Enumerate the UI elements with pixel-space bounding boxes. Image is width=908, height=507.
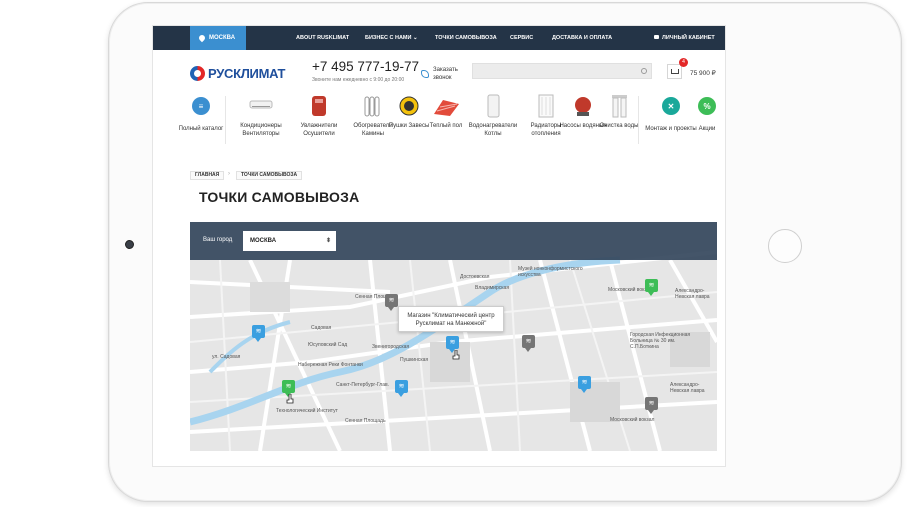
- city-select[interactable]: МОСКВА ⬍: [243, 231, 336, 251]
- map-label: Пушкинская: [400, 357, 429, 363]
- map-label: Технологический Институт: [276, 408, 338, 414]
- phone-number[interactable]: +7 495 777-19-77: [312, 59, 419, 74]
- city-filter-label: Ваш город: [203, 237, 233, 243]
- map-label: Московский вокзал: [610, 417, 655, 423]
- callback-button[interactable]: Заказать звонок: [421, 66, 461, 82]
- map-marker-icon[interactable]: ≋: [282, 380, 295, 397]
- map-marker-icon[interactable]: ≋: [446, 336, 459, 353]
- warm-floor-icon: [434, 100, 459, 116]
- nav-delivery[interactable]: ДОСТАВКА И ОПЛАТА: [552, 26, 612, 50]
- map-label: Городская Инфекционная Больница № 30 им.…: [630, 332, 691, 350]
- callback-label: Заказать звонок: [433, 67, 458, 81]
- menu-icon: ≡: [192, 97, 210, 115]
- category-water-heaters[interactable]: Водонагреватели Котлы: [463, 94, 523, 138]
- hand-cursor-icon: [452, 350, 460, 360]
- cart-button[interactable]: [667, 64, 682, 79]
- camera: [125, 240, 134, 249]
- store-tooltip: Магазин "Климатический центр Русклимат н…: [398, 306, 504, 332]
- map-marker-icon[interactable]: ≋: [578, 376, 591, 393]
- home-button[interactable]: [768, 229, 802, 263]
- nav-business[interactable]: БИЗНЕС С НАМИ ⌄: [365, 26, 418, 50]
- breadcrumb-current: ТОЧКИ САМОВЫВОЗА: [236, 171, 303, 180]
- pickup-map[interactable]: Ваш город МОСКВА ⬍ Садовая Сенная Площад…: [190, 222, 717, 451]
- category-bar: ≡ Полный каталог Кондиционеры Вентилятор…: [153, 94, 725, 150]
- map-label: Александро-Невская лавра: [675, 288, 710, 300]
- search-input[interactable]: [472, 63, 652, 79]
- nav-pickup-points[interactable]: ТОЧКИ САМОВЫВОЗА: [435, 26, 497, 50]
- category-water-filters[interactable]: Очистка воды: [589, 94, 649, 130]
- map-marker-icon[interactable]: ≋: [385, 294, 398, 311]
- map-filter-bar: Ваш город МОСКВА ⬍: [190, 222, 717, 260]
- category-humidifiers[interactable]: Увлажнители Осушители: [289, 94, 349, 138]
- water-heater-icon: [487, 94, 500, 118]
- cart-badge: 4: [679, 58, 688, 67]
- breadcrumb-separator: ›: [228, 171, 230, 177]
- phone-note: Звоните нам ежедневно с 9:00 до 20:00: [312, 77, 405, 83]
- location-pin-icon: [197, 33, 207, 43]
- chevron-updown-icon: ⬍: [325, 238, 331, 244]
- map-marker-icon[interactable]: ≋: [252, 325, 265, 342]
- breadcrumb-home[interactable]: ГЛАВНАЯ: [190, 171, 225, 180]
- map-label: ул. Садовая: [212, 354, 241, 360]
- nav-service[interactable]: СЕРВИС: [510, 26, 533, 50]
- air-conditioner-icon: [249, 100, 273, 109]
- page-title: ТОЧКИ САМОВЫВОЗА: [199, 189, 360, 205]
- category-air-conditioners[interactable]: Кондиционеры Вентиляторы: [231, 94, 291, 138]
- chevron-down-icon: ⌄: [413, 35, 418, 41]
- map-label: Набережная Реки Фонтанки: [298, 362, 363, 368]
- map-label: Санкт-Петербург-Глав.: [336, 382, 390, 388]
- nav-account[interactable]: ЛИЧНЫЙ КАБИНЕТ: [654, 26, 715, 50]
- logo[interactable]: РУСКЛИМАТ: [190, 66, 285, 81]
- nav-about[interactable]: ABOUT RUSKLIMAT: [296, 26, 349, 50]
- humidifier-icon: [312, 96, 326, 116]
- map-marker-icon[interactable]: ≋: [645, 397, 658, 414]
- screen: МОСКВА ABOUT RUSKLIMAT БИЗНЕС С НАМИ ⌄ Т…: [152, 25, 726, 467]
- map-label: Александро-Невская лавра: [670, 382, 705, 394]
- map-label: Садовая: [311, 325, 332, 331]
- percent-icon: %: [698, 97, 716, 115]
- map-label: Владимирская: [475, 285, 510, 291]
- water-filter-icon: [612, 95, 627, 118]
- map-marker-icon[interactable]: ≋: [522, 335, 535, 352]
- map-label: Звенигородская: [372, 344, 410, 350]
- phone-icon: [421, 70, 429, 78]
- logo-icon: [190, 66, 205, 81]
- map-label: Музей нонконформистского искусства: [518, 266, 583, 278]
- map-marker-icon[interactable]: ≋: [395, 380, 408, 397]
- logo-text: РУСКЛИМАТ: [208, 66, 286, 81]
- category-full-catalog[interactable]: ≡ Полный каталог: [171, 94, 231, 133]
- top-nav: МОСКВА ABOUT RUSKLIMAT БИЗНЕС С НАМИ ⌄ Т…: [153, 26, 725, 50]
- hand-cursor-icon: [286, 394, 294, 404]
- search-icon[interactable]: [641, 68, 647, 74]
- city-label: МОСКВА: [209, 35, 236, 41]
- map-label: Достоевская: [460, 274, 490, 280]
- lock-icon: [654, 35, 659, 39]
- category-promotions[interactable]: % Акции: [677, 94, 725, 133]
- map-label: Сенная Площадь: [345, 418, 386, 424]
- city-button[interactable]: МОСКВА: [190, 26, 246, 50]
- map-label: Юсуповский Сад: [308, 342, 348, 348]
- map-marker-icon[interactable]: ≋: [645, 279, 658, 296]
- cart-total: 75 900 ₽: [690, 70, 716, 77]
- cart-icon: [671, 69, 679, 74]
